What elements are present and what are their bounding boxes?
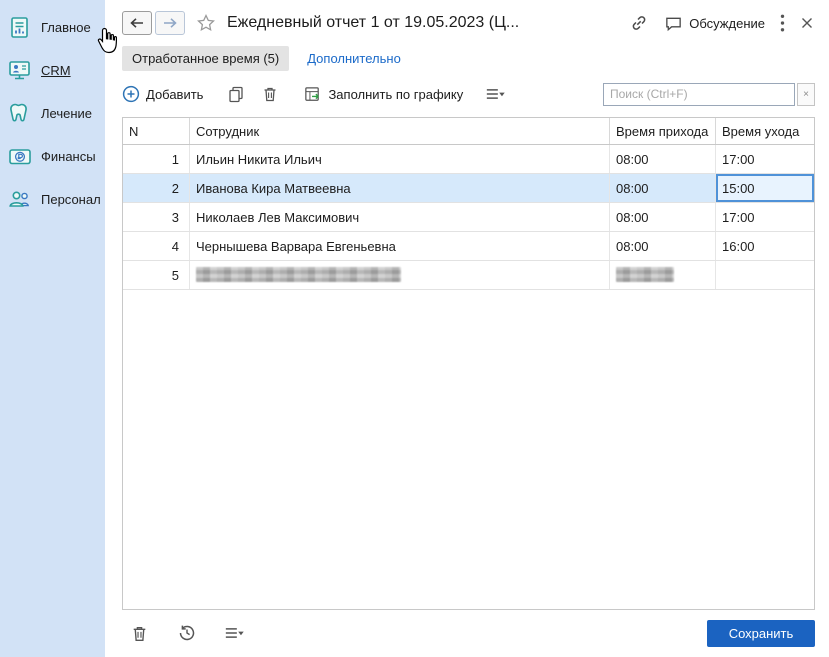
add-button[interactable]: Добавить (122, 85, 203, 103)
cell-employee: Чернышева Варвара Евгеньевна (190, 232, 610, 260)
header-actions: Обсуждение (629, 13, 815, 33)
cell-n: 4 (123, 232, 190, 260)
add-button-label: Добавить (146, 86, 204, 102)
column-header-arrival[interactable]: Время прихода (610, 118, 716, 144)
footer-history-button[interactable] (176, 622, 198, 644)
form-tabs: Отработанное время (5) Дополнительно (122, 46, 401, 71)
delete-button[interactable] (259, 83, 281, 105)
menu-caret-icon (225, 628, 244, 638)
sidebar-item-label: CRM (41, 63, 71, 78)
fill-by-schedule-label: Заполнить по графику (328, 86, 464, 102)
trash-icon (133, 626, 145, 641)
form-header: Ежедневный отчет 1 от 19.05.2023 (Ц... О… (122, 8, 815, 38)
finance-icon (7, 144, 33, 170)
sidebar-item-main[interactable]: Главное (0, 6, 105, 49)
cell-arrival: 08:00 (610, 174, 716, 202)
cell-departure: 17:00 (722, 152, 755, 167)
search-clear-button[interactable]: × (797, 82, 815, 106)
footer-delete-button[interactable] (128, 622, 150, 644)
list-settings-button[interactable] (485, 83, 507, 105)
more-menu-icon[interactable] (780, 14, 786, 32)
worked-time-table: N Сотрудник Время прихода Время ухода 1 … (122, 117, 815, 610)
main-section-icon (7, 15, 33, 41)
cell-n: 1 (123, 145, 190, 173)
sidebar-item-label: Финансы (41, 149, 96, 164)
back-button[interactable] (122, 11, 152, 35)
sidebar-item-treatment[interactable]: Лечение (0, 92, 105, 135)
cell-employee (190, 261, 610, 289)
trash-icon (264, 87, 276, 102)
close-icon[interactable] (801, 16, 815, 30)
fill-by-schedule-button[interactable]: Заполнить по графику (303, 85, 463, 104)
crm-section-icon (7, 58, 33, 84)
back-arrow-icon (130, 18, 143, 28)
tab-additional[interactable]: Дополнительно (307, 51, 401, 66)
sidebar-item-finance[interactable]: Финансы (0, 135, 105, 178)
cell-arrival: 08:00 (610, 232, 716, 260)
sidebar-item-label: Лечение (41, 106, 93, 121)
section-sidebar: Главное CRM Лечение Финансы Персонал (0, 0, 105, 657)
footer-menu-button[interactable] (224, 622, 246, 644)
column-header-employee[interactable]: Сотрудник (190, 118, 610, 144)
table-header-row: N Сотрудник Время прихода Время ухода (123, 118, 814, 145)
forward-button[interactable] (155, 11, 185, 35)
table-row-selected[interactable]: 2 Иванова Кира Матвеевна 08:00 15:00 (123, 174, 814, 203)
cell-n: 5 (123, 261, 190, 289)
cell-departure (716, 261, 814, 289)
table-row[interactable]: 3 Николаев Лев Максимович 08:00 17:00 (123, 203, 814, 232)
tooth-icon (7, 101, 33, 127)
copy-button[interactable] (225, 83, 247, 105)
discussion-label: Обсуждение (689, 15, 765, 31)
cell-departure: 17:00 (722, 210, 755, 225)
cell-arrival (610, 261, 716, 289)
table-row[interactable]: 4 Чернышева Варвара Евгеньевна 08:00 16:… (123, 232, 814, 261)
cell-departure-editing[interactable]: 15:00 (716, 174, 814, 202)
redacted-employee-name (196, 267, 401, 282)
cell-employee: Николаев Лев Максимович (190, 203, 610, 231)
sidebar-item-crm[interactable]: CRM (0, 49, 105, 92)
get-link-icon[interactable] (629, 13, 649, 33)
menu-caret-icon (487, 89, 505, 99)
sidebar-item-label: Главное (41, 20, 91, 35)
search-area: × (603, 82, 815, 106)
history-clock-icon (179, 625, 195, 641)
search-input[interactable] (603, 82, 795, 106)
discussion-bubble-icon (666, 17, 682, 31)
cell-arrival: 08:00 (610, 145, 716, 173)
cell-employee: Иванова Кира Матвеевна (190, 174, 610, 202)
daily-report-form: Ежедневный отчет 1 от 19.05.2023 (Ц... О… (122, 6, 815, 651)
cell-n: 3 (123, 203, 190, 231)
save-button[interactable]: Сохранить (707, 619, 815, 647)
table-toolbar: Добавить Заполнить по графику × (122, 80, 815, 108)
cell-n: 2 (123, 174, 190, 202)
form-footer: Сохранить (122, 616, 815, 650)
discussion-button[interactable]: Обсуждение (664, 14, 765, 33)
redacted-arrival-time (616, 267, 674, 282)
forward-arrow-icon (164, 18, 177, 28)
plus-circle-icon (122, 85, 140, 103)
column-header-departure[interactable]: Время ухода (716, 118, 814, 144)
tab-worked-time[interactable]: Отработанное время (5) (122, 46, 290, 71)
copy-icon (229, 86, 244, 103)
cell-employee: Ильин Никита Ильич (190, 145, 610, 173)
fill-table-icon (305, 86, 320, 101)
table-row-redacted[interactable]: 5 (123, 261, 814, 290)
sidebar-item-staff[interactable]: Персонал (0, 178, 105, 221)
page-title: Ежедневный отчет 1 от 19.05.2023 (Ц... (227, 14, 520, 31)
column-header-n[interactable]: N (123, 118, 190, 144)
table-row[interactable]: 1 Ильин Никита Ильич 08:00 17:00 (123, 145, 814, 174)
favorite-star-icon[interactable] (196, 13, 216, 33)
cell-departure: 16:00 (722, 239, 755, 254)
staff-icon (7, 187, 33, 213)
sidebar-item-label: Персонал (41, 192, 101, 207)
cell-arrival: 08:00 (610, 203, 716, 231)
